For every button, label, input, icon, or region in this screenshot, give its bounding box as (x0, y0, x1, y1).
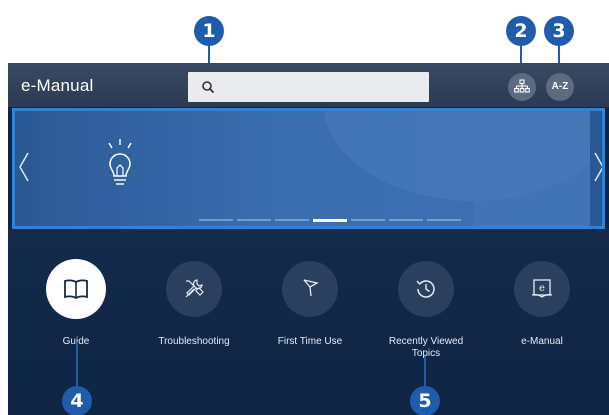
banner-shape (473, 141, 590, 226)
az-index-button[interactable]: A-Z (546, 73, 574, 101)
callout-line-5 (424, 356, 426, 390)
carousel-dot[interactable] (351, 219, 385, 221)
history-icon (416, 280, 435, 298)
chevron-left-icon[interactable] (17, 149, 31, 185)
carousel-dot[interactable] (389, 219, 423, 221)
callout-2: 2 (506, 16, 536, 46)
app-title: e-Manual (21, 76, 94, 95)
callout-1: 1 (194, 16, 224, 46)
lightbulb-icon (108, 139, 132, 185)
recently-viewed-label: Recently Viewed Topics (388, 336, 464, 359)
banner-carousel[interactable] (12, 108, 605, 229)
book-icon (64, 279, 88, 300)
svg-text:e: e (539, 283, 545, 294)
search-input[interactable] (188, 72, 429, 102)
carousel-dot[interactable] (237, 219, 271, 221)
banner-slide (33, 111, 590, 226)
carousel-dot[interactable] (275, 219, 309, 221)
callout-4: 4 (62, 386, 92, 415)
emanual-button[interactable]: e (514, 261, 570, 317)
chevron-right-icon[interactable] (592, 149, 605, 185)
tools-icon (185, 279, 204, 298)
recently-viewed-button[interactable] (398, 261, 454, 317)
carousel-dot-active[interactable] (313, 218, 347, 222)
header-bar: e-Manual A-Z (8, 63, 609, 107)
callout-line-4 (76, 342, 78, 390)
flag-icon (303, 279, 319, 297)
first-time-use-label: First Time Use (277, 336, 343, 347)
first-time-use-button[interactable] (282, 261, 338, 317)
callout-5: 5 (410, 386, 440, 415)
guide-button[interactable] (46, 259, 106, 319)
search-icon (202, 81, 215, 94)
content-tree-button[interactable] (508, 73, 536, 101)
carousel-dot[interactable] (199, 219, 233, 221)
emanual-label: e-Manual (521, 336, 563, 347)
carousel-dot[interactable] (427, 219, 461, 221)
troubleshooting-label: Troubleshooting (158, 336, 230, 347)
callout-3: 3 (544, 16, 574, 46)
emanual-screen: e-Manual A-Z Troubleshooting First Time … (8, 63, 609, 415)
hierarchy-icon (514, 79, 530, 93)
emanual-book-icon: e (531, 279, 553, 298)
az-label: A-Z (551, 81, 569, 92)
menu-items: Guide Troubleshooting First Time Use (8, 229, 609, 415)
troubleshooting-button[interactable] (166, 261, 222, 317)
